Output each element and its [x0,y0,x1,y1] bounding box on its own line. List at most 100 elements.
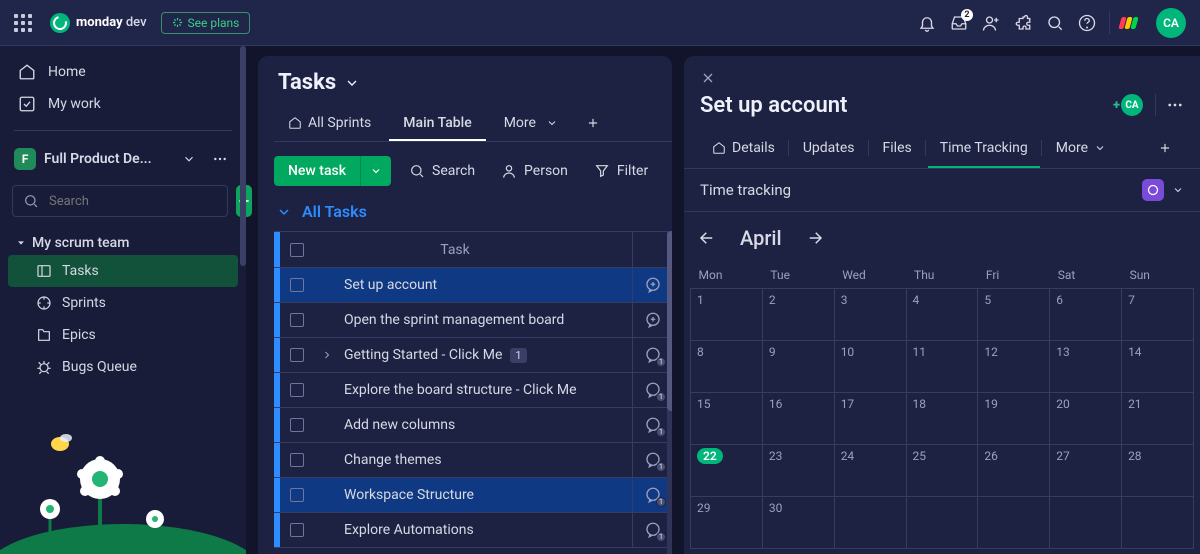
calendar-day[interactable]: 14 [1122,341,1194,393]
task-row[interactable]: Explore Automations1 [274,513,672,548]
calendar-day[interactable]: 4 [906,289,978,341]
calendar-day[interactable]: 20 [1050,393,1122,445]
row-conversation-button[interactable]: 1 [632,373,672,407]
row-checkbox[interactable] [280,278,314,292]
row-conversation-button[interactable] [632,268,672,302]
calendar-day[interactable]: 22 [691,445,763,497]
panel-title[interactable]: Set up account [700,93,847,118]
calendar-day[interactable]: 11 [906,341,978,393]
calendar-day[interactable]: 5 [978,289,1050,341]
calendar-day[interactable]: 27 [1050,445,1122,497]
ptab-updates[interactable]: Updates [791,130,867,168]
task-row[interactable]: Getting Started - Click Me11 [274,338,672,373]
calendar-day[interactable]: 30 [762,497,834,549]
calendar-day[interactable]: 9 [762,341,834,393]
calendar-day[interactable]: 10 [834,341,906,393]
new-task-button[interactable]: New task [274,156,391,186]
calendar-day[interactable]: 28 [1122,445,1194,497]
sidebar-scrollbar[interactable] [240,46,246,266]
row-checkbox[interactable] [280,348,314,362]
calendar-day[interactable]: 21 [1122,393,1194,445]
row-conversation-button[interactable]: 1 [632,408,672,442]
row-checkbox[interactable] [280,453,314,467]
ptab-time-tracking[interactable]: Time Tracking [928,130,1040,168]
task-row[interactable]: Workspace Structure1 [274,478,672,513]
calendar-day[interactable]: 16 [762,393,834,445]
product-logo[interactable]: monday dev [50,13,147,33]
panel-close-button[interactable] [684,70,1200,86]
sidebar-search[interactable] [12,185,228,217]
header-check[interactable] [280,243,314,257]
row-conversation-button[interactable]: 1 [632,478,672,512]
calendar-day[interactable]: 8 [691,341,763,393]
inbox-button[interactable]: 2 [943,7,975,39]
monday-products-button[interactable] [1116,7,1148,39]
tt-app-icon[interactable] [1142,179,1164,201]
row-conversation-button[interactable]: 1 [632,513,672,547]
tab-more[interactable]: More [490,107,572,141]
calendar-day[interactable]: 17 [834,393,906,445]
task-row[interactable]: Set up account [274,268,672,303]
tab-main-table[interactable]: Main Table [389,107,485,141]
row-checkbox[interactable] [280,383,314,397]
new-task-dropdown[interactable] [360,156,391,186]
user-avatar-button[interactable]: CA [1156,8,1186,38]
apps-menu-icon[interactable] [14,14,32,32]
workspace-selector[interactable]: F Full Product De... [0,141,246,177]
tab-add[interactable] [576,108,610,140]
calendar-day[interactable]: 13 [1050,341,1122,393]
row-conversation-button[interactable]: 1 [632,443,672,477]
board-scrollbar[interactable] [667,231,672,554]
task-row[interactable]: Explore the board structure - Click Me1 [274,373,672,408]
invite-button[interactable] [975,7,1007,39]
search-everything-button[interactable] [1039,7,1071,39]
calendar-day[interactable]: 25 [906,445,978,497]
sidebar-item-bugs[interactable]: Bugs Queue [8,351,238,383]
ptab-files[interactable]: Files [871,130,924,168]
calendar-day[interactable]: 26 [978,445,1050,497]
row-checkbox[interactable] [280,418,314,432]
sidebar-team-title[interactable]: My scrum team [8,231,238,255]
calendar-day[interactable]: 18 [906,393,978,445]
toolbar-filter[interactable]: Filter [586,157,656,185]
see-plans-button[interactable]: See plans [161,12,251,34]
row-conversation-button[interactable]: 1 [632,338,672,372]
sidebar-mywork[interactable]: My work [14,88,232,120]
row-conversation-button[interactable] [632,303,672,337]
calendar-day[interactable]: 29 [691,497,763,549]
calendar-day[interactable]: 2 [762,289,834,341]
row-checkbox[interactable] [280,488,314,502]
notifications-button[interactable] [911,7,943,39]
sidebar-item-epics[interactable]: Epics [8,319,238,351]
tab-all-sprints[interactable]: All Sprints [274,107,385,141]
calendar-day[interactable]: 1 [691,289,763,341]
toolbar-person[interactable]: Person [493,157,576,185]
calendar-day[interactable]: 12 [978,341,1050,393]
sidebar-search-input[interactable] [47,193,217,210]
group-title[interactable]: All Tasks [274,198,672,231]
calendar-next[interactable] [806,229,824,247]
panel-more-button[interactable] [1166,96,1184,114]
help-button[interactable] [1071,7,1103,39]
apps-marketplace-button[interactable] [1007,7,1039,39]
sidebar-home[interactable]: Home [14,56,232,88]
calendar-day[interactable]: 15 [691,393,763,445]
board-title-row[interactable]: Tasks [274,70,672,95]
calendar-day[interactable]: 24 [834,445,906,497]
task-row[interactable]: Open the sprint management board [274,303,672,338]
task-row[interactable]: Add new columns1 [274,408,672,443]
chevron-right-icon[interactable] [321,349,333,361]
sidebar-item-sprints[interactable]: Sprints [8,287,238,319]
toolbar-search[interactable]: Search [401,157,483,185]
calendar-day[interactable]: 6 [1050,289,1122,341]
tt-dropdown[interactable] [1172,184,1184,196]
chevron-down-icon[interactable] [178,148,200,170]
workspace-more-button[interactable] [208,147,232,171]
row-checkbox[interactable] [280,313,314,327]
sidebar-item-tasks[interactable]: Tasks [8,255,238,287]
ptab-more[interactable]: More [1044,130,1118,168]
ptab-add[interactable] [1146,131,1184,167]
ptab-details[interactable]: Details [700,130,787,168]
calendar-day[interactable]: 23 [762,445,834,497]
calendar-day[interactable]: 3 [834,289,906,341]
